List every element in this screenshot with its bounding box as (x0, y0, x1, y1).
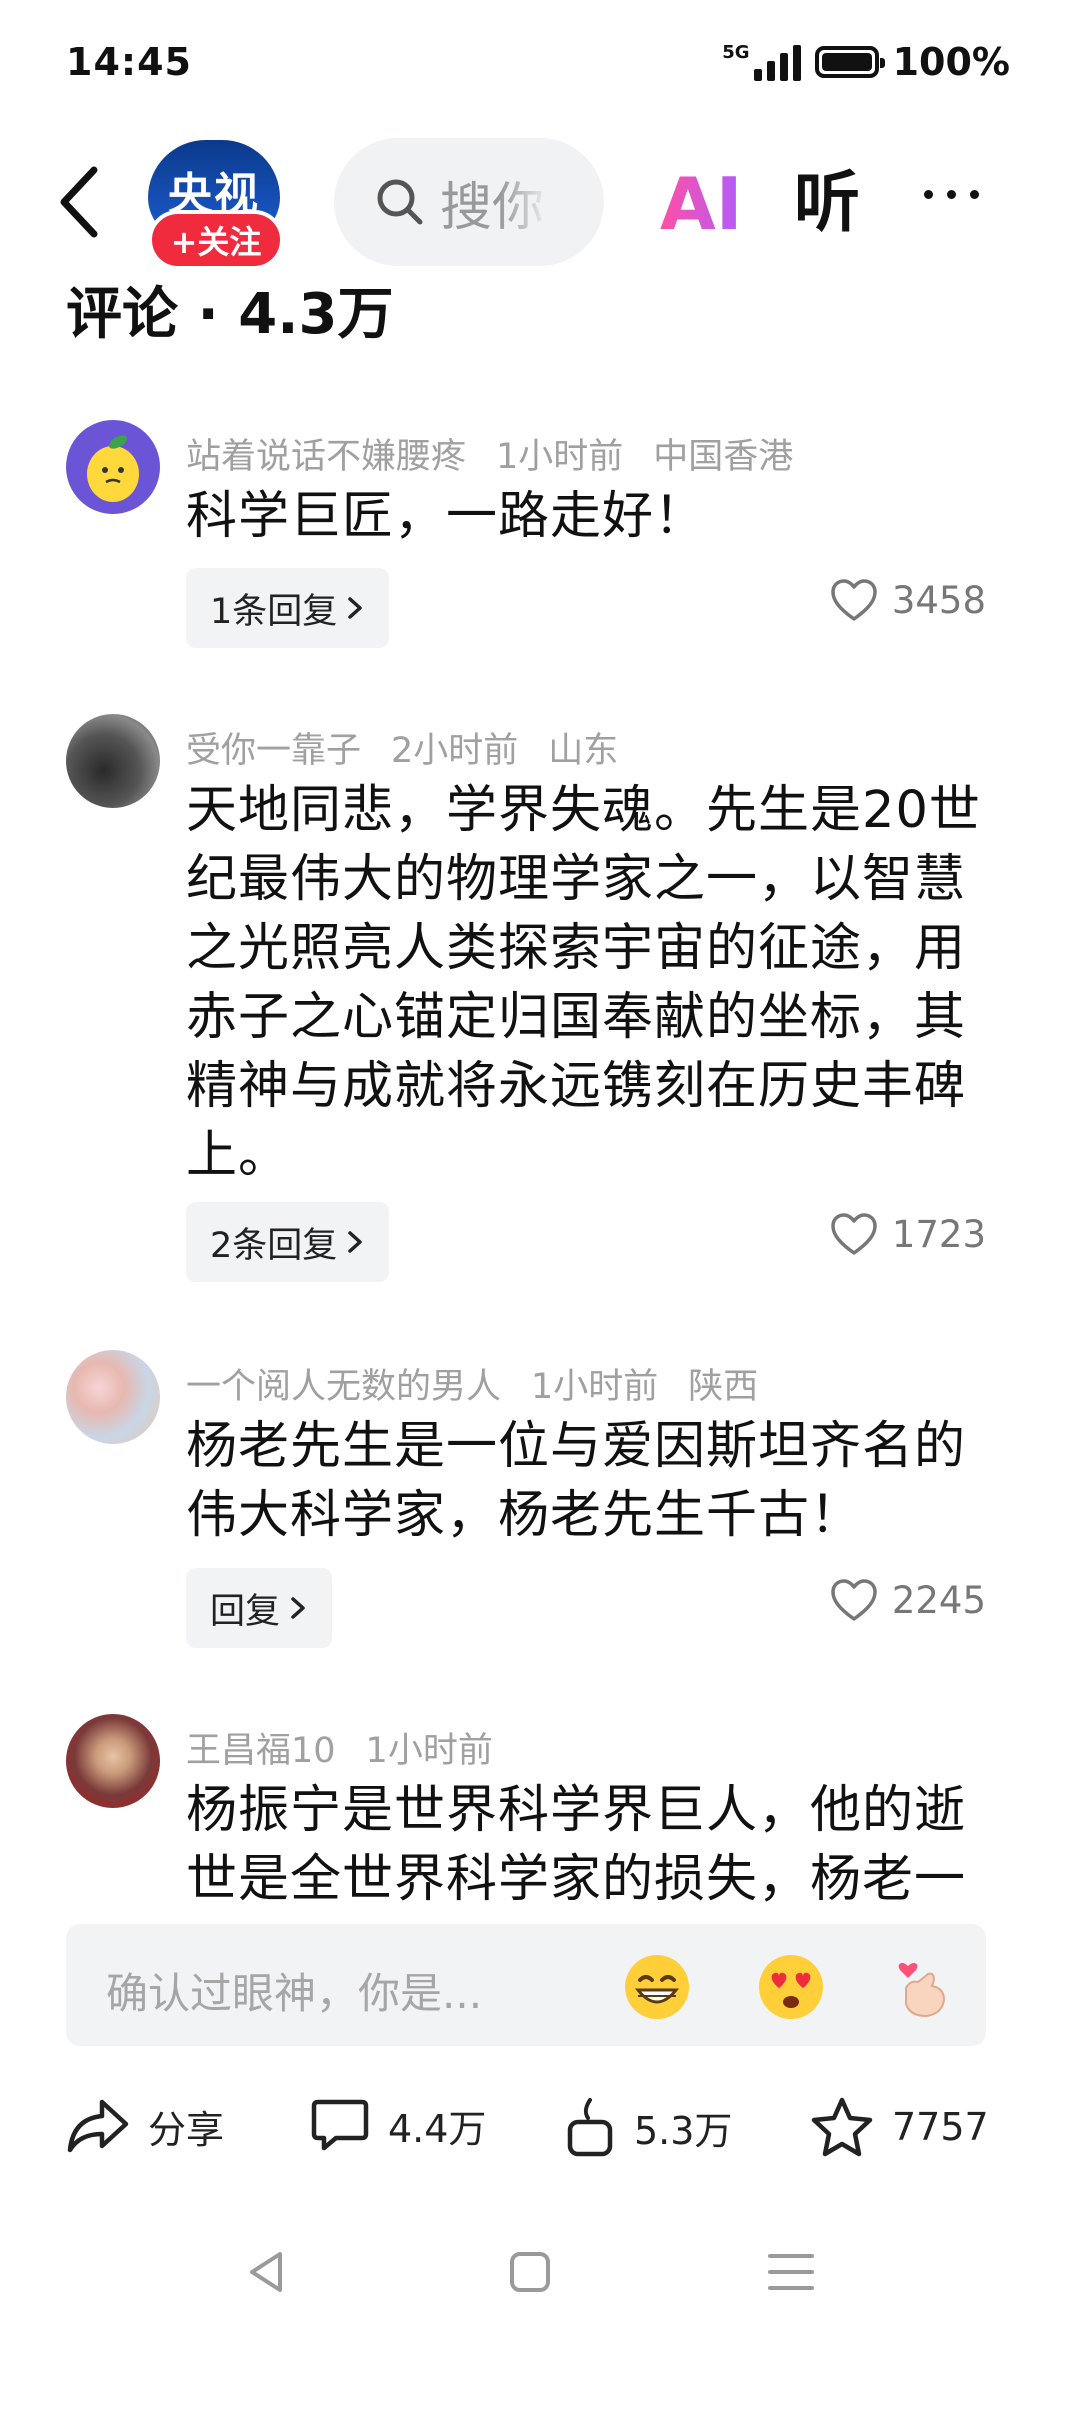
dot-icon (924, 190, 933, 199)
star-icon (811, 2097, 873, 2157)
comment-icon (311, 2099, 369, 2151)
search-box[interactable]: 搜你 (334, 138, 604, 266)
channel-avatar[interactable]: 央视 +关注 (148, 140, 284, 272)
chevron-right-icon (348, 597, 363, 619)
status-indicators: 5G 100% (722, 40, 1010, 84)
comment-text: 杨老先生是一位与爱因斯坦齐名的伟大科学家，杨老先生千古！ (186, 1417, 967, 1545)
reply-button[interactable]: 1条回复 (186, 568, 390, 648)
comment-time: 1小时前 (531, 1367, 659, 1407)
comment-username[interactable]: 王昌福10 (186, 1731, 336, 1771)
nav-back-icon[interactable] (244, 2248, 288, 2296)
finger-heart-emoji-icon[interactable] (888, 1952, 958, 2022)
comment-item: 王昌福10 1小时前 杨振宁是世界科学界巨人，他的逝世是全世界科学家的损失，杨老一 (0, 1714, 1080, 1910)
avatar[interactable] (66, 1350, 160, 1444)
like-count: 3458 (891, 578, 986, 622)
dot-icon (970, 190, 979, 199)
like-count: 2245 (891, 1578, 986, 1622)
chevron-right-icon (348, 1231, 363, 1253)
follow-button[interactable]: +关注 (148, 210, 284, 270)
reply-button[interactable]: 回复 (186, 1568, 333, 1648)
nav-menu-icon[interactable] (766, 2248, 816, 2296)
avatar[interactable] (66, 714, 160, 808)
back-button[interactable] (52, 162, 112, 242)
reply-label: 回复 (210, 1591, 281, 1632)
search-icon (377, 179, 423, 225)
reply-button[interactable]: 2条回复 (186, 1202, 390, 1282)
heart-icon (831, 1213, 877, 1255)
battery-percent: 100% (892, 40, 1010, 84)
signal-icon (753, 43, 801, 81)
grin-emoji-icon[interactable] (622, 1952, 692, 2022)
comment-item: 站着说话不嫌腰疼 1小时前 中国香港 科学巨匠，一路走好！ 1条回复 3458 (0, 420, 1080, 680)
comment-time: 1小时前 (365, 1731, 493, 1771)
like-button[interactable]: 2245 (830, 1578, 986, 1622)
like-count: 1723 (891, 1212, 986, 1256)
comment-location: 山东 (548, 731, 619, 771)
share-icon (67, 2099, 129, 2153)
comment-time: 2小时前 (391, 731, 519, 771)
avatar[interactable] (66, 1714, 160, 1808)
comment-text: 天地同悲，学界失魂。先生是20世纪最伟大的物理学家之一，以智慧之光照亮人类探索宇… (186, 781, 981, 1185)
network-type: 5G (722, 41, 750, 63)
reply-label: 2条回复 (210, 1225, 338, 1266)
like-button[interactable]: 3458 (830, 578, 986, 622)
listen-button[interactable]: 听 (794, 158, 860, 248)
search-placeholder: 搜你 (440, 177, 545, 238)
like-video-button[interactable]: 5.3万 (564, 2096, 732, 2158)
comment-location: 陕西 (688, 1367, 759, 1407)
status-time: 14:45 (66, 40, 192, 84)
comment-text: 杨振宁是世界科学界巨人，他的逝世是全世界科学家的损失，杨老一 (186, 1781, 967, 1909)
more-options-button[interactable] (924, 190, 979, 199)
comment-meta: 王昌福10 1小时前 (186, 1728, 523, 1774)
heart-icon (831, 1579, 877, 1621)
comment-username[interactable]: 受你一靠子 (186, 731, 361, 771)
thumb-like-icon (567, 2098, 613, 2157)
avatar[interactable] (66, 420, 160, 514)
chevron-right-icon (291, 1597, 305, 1619)
share-button[interactable]: 分享 (66, 2096, 224, 2156)
comment-username[interactable]: 站着说话不嫌腰疼 (186, 437, 466, 477)
comment-item: 受你一靠子 2小时前 山东 天地同悲，学界失魂。先生是20世纪最伟大的物理学家之一，… (0, 714, 1080, 1294)
comment-location: 中国香港 (653, 437, 794, 477)
comment-text: 科学巨匠，一路走好！ (186, 487, 707, 546)
heart-icon (831, 579, 877, 621)
favorite-count: 7757 (892, 2105, 989, 2149)
battery-icon (814, 46, 885, 78)
comment-meta: 站着说话不嫌腰疼 1小时前 中国香港 (186, 434, 823, 480)
comment-count: 4.4万 (388, 2106, 487, 2151)
comments-title: 评论 · 4.3万 (66, 282, 394, 347)
like-count-total: 5.3万 (634, 2108, 733, 2153)
favorite-button[interactable]: 7757 (810, 2096, 989, 2158)
comments-button[interactable]: 4.4万 (310, 2096, 486, 2154)
like-button[interactable]: 1723 (830, 1212, 986, 1256)
dot-icon (947, 190, 956, 199)
comment-username[interactable]: 一个阅人无数的男人 (186, 1367, 501, 1407)
reply-label: 1条回复 (210, 591, 338, 632)
chevron-left-icon (60, 166, 98, 238)
comment-meta: 一个阅人无数的男人 1小时前 陕西 (186, 1364, 788, 1410)
comment-time: 1小时前 (496, 437, 624, 477)
comment-item: 一个阅人无数的男人 1小时前 陕西 杨老先生是一位与爱因斯坦齐名的伟大科学家，杨老先… (0, 1350, 1080, 1680)
comment-input[interactable]: 确认过眼神，你是... (66, 1924, 986, 2046)
share-label: 分享 (148, 2107, 225, 2152)
heart-eyes-emoji-icon[interactable] (756, 1952, 826, 2022)
comment-input-placeholder: 确认过眼神，你是... (106, 1969, 483, 2018)
comment-meta: 受你一靠子 2小时前 山东 (186, 728, 648, 774)
nav-home-icon[interactable] (508, 2248, 552, 2296)
action-bar: 分享 4.4万 5.3万 7757 (0, 2076, 1080, 2176)
ai-button[interactable]: AI (660, 160, 743, 248)
